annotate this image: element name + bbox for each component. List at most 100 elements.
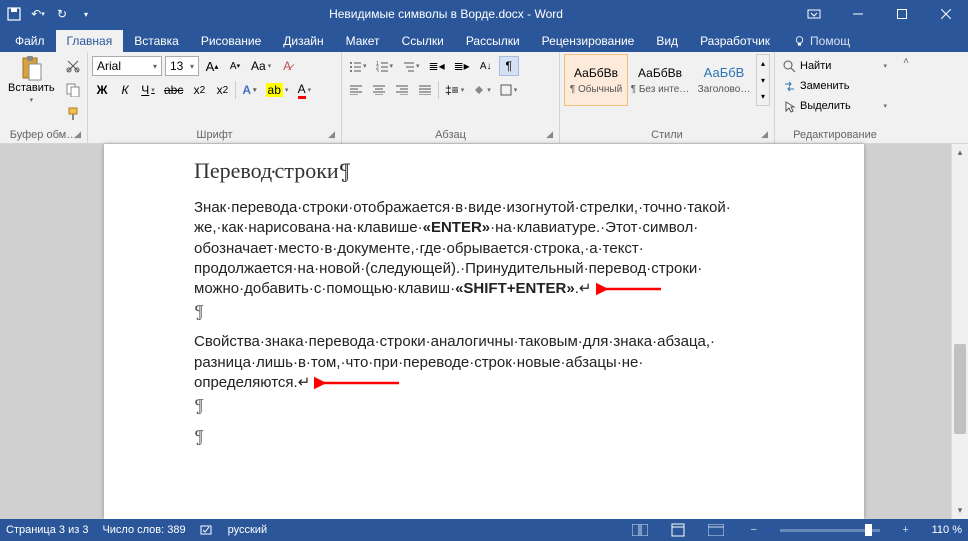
copy-button[interactable] [63,80,83,100]
paste-button[interactable]: Вставить ▾ [4,54,59,106]
justify-icon [419,85,431,95]
multilevel-button[interactable]: ▾ [399,56,423,76]
page[interactable]: Перевод·строки¶ Знак·перевода·строки·ото… [104,144,864,519]
page-status[interactable]: Страница 3 из 3 [6,524,88,536]
align-left-button[interactable] [346,80,366,100]
body-text: Знак·перевода·строки·отображается·в·виде… [194,198,794,299]
zoom-slider[interactable] [780,529,880,532]
bullets-button[interactable]: ▾ [346,56,370,76]
status-bar: Страница 3 из 3 Число слов: 389 русский … [0,519,968,541]
subscript-button[interactable]: x2 [189,80,209,100]
tab-developer[interactable]: Разработчик [689,30,781,52]
word-count[interactable]: Число слов: 389 [102,524,185,536]
tab-references[interactable]: Ссылки [391,30,455,52]
redo-icon[interactable]: ↻ [54,6,70,22]
maximize-button[interactable] [880,0,924,28]
style-no-spacing[interactable]: АаБбВв ¶ Без инте… [628,54,692,106]
chevron-up-icon[interactable]: ▴ [757,55,769,72]
shrink-font-button[interactable]: A▾ [225,56,245,76]
dialog-launcher-icon[interactable]: ◢ [328,129,335,140]
styles-gallery: АаБбВв ¶ Обычный АаБбВв ¶ Без инте… АаБб… [564,54,770,106]
numbering-button[interactable]: 123▾ [373,56,397,76]
scissors-icon [66,59,80,73]
sort-button[interactable]: A↓ [476,56,496,76]
tab-draw[interactable]: Рисование [190,30,272,52]
scroll-thumb[interactable] [954,344,966,434]
change-case-button[interactable]: Aa▾ [248,56,274,76]
svg-text:3: 3 [376,69,379,72]
group-styles: АаБбВв ¶ Обычный АаБбВв ¶ Без инте… АаБб… [560,52,775,143]
dialog-launcher-icon[interactable]: ◢ [546,129,553,140]
paste-label: Вставить [8,82,55,94]
chevron-down-icon[interactable]: ▾ [757,72,769,89]
zoom-knob[interactable] [865,524,872,536]
style-normal[interactable]: АаБбВв ¶ Обычный [564,54,628,106]
tab-home[interactable]: Главная [56,30,124,52]
tab-review[interactable]: Рецензирование [531,30,646,52]
scroll-up-icon[interactable]: ▴ [952,144,968,161]
select-button[interactable]: Выделить▾ [779,96,891,116]
strike-button[interactable]: abc [161,80,186,100]
shading-button[interactable]: ▾ [470,80,494,100]
tab-design[interactable]: Дизайн [272,30,334,52]
font-size-combo[interactable]: 13▾ [165,56,199,76]
ribbon-options-button[interactable] [792,0,836,28]
expand-gallery-icon[interactable]: ▾ [757,88,769,105]
tab-insert[interactable]: Вставка [123,30,190,52]
grow-font-button[interactable]: A▴ [202,56,222,76]
bold-button[interactable]: Ж [92,80,112,100]
read-mode-button[interactable] [628,521,652,539]
italic-button[interactable]: К [115,80,135,100]
close-button[interactable] [924,0,968,28]
font-name-combo[interactable]: Arial▾ [92,56,162,76]
align-center-icon [373,85,385,95]
styles-more[interactable]: ▴ ▾ ▾ [756,54,770,106]
paragraph-group-label: Абзац◢ [346,128,555,143]
tab-layout[interactable]: Макет [335,30,391,52]
collapse-ribbon-button[interactable]: ˄ [895,52,917,143]
format-painter-button[interactable] [63,104,83,124]
vertical-scrollbar[interactable]: ▴ ▾ [951,144,968,519]
undo-icon[interactable]: ↶▾ [30,6,46,22]
lightbulb-icon [793,35,806,48]
cut-button[interactable] [63,56,83,76]
show-marks-button[interactable]: ¶ [499,56,519,76]
underline-button[interactable]: Ч▾ [138,80,158,100]
find-button[interactable]: Найти▾ [779,56,891,76]
superscript-button[interactable]: x2 [212,80,232,100]
font-color-button[interactable]: A▾ [294,80,314,100]
scroll-down-icon[interactable]: ▾ [952,502,968,519]
clear-format-button[interactable]: A̷ [277,56,297,76]
indent-right-button[interactable]: ≣▸ [451,56,473,76]
qat-more-icon[interactable]: ▾ [78,6,94,22]
copy-icon [66,83,80,97]
tab-file[interactable]: Файл [4,30,56,52]
print-layout-button[interactable] [666,521,690,539]
minimize-button[interactable] [836,0,880,28]
highlight-button[interactable]: ab▾ [263,80,292,100]
borders-button[interactable]: ▾ [497,80,521,100]
align-center-button[interactable] [369,80,389,100]
zoom-in-button[interactable]: + [894,521,918,539]
spellcheck-icon[interactable] [200,522,214,539]
clipboard-label: Буфер обм…◢ [4,128,83,143]
bucket-icon [473,84,485,96]
zoom-level[interactable]: 110 % [932,524,962,536]
language-status[interactable]: русский [228,524,267,536]
style-heading1[interactable]: АаБбВ Заголово… [692,54,756,106]
line-spacing-button[interactable]: ‡≡▾ [442,80,467,100]
indent-left-button[interactable]: ≣◂ [426,56,448,76]
align-right-button[interactable] [392,80,412,100]
multilevel-icon [402,60,414,72]
save-icon[interactable] [6,6,22,22]
dialog-launcher-icon[interactable]: ◢ [761,129,768,140]
zoom-out-button[interactable]: − [742,521,766,539]
text-effects-button[interactable]: A▾ [239,80,259,100]
justify-button[interactable] [415,80,435,100]
web-layout-button[interactable] [704,521,728,539]
tab-mailings[interactable]: Рассылки [455,30,531,52]
dialog-launcher-icon[interactable]: ◢ [74,129,81,140]
tab-view[interactable]: Вид [645,30,689,52]
tell-me[interactable]: Помощ [785,30,858,52]
replace-button[interactable]: Заменить [779,76,891,96]
